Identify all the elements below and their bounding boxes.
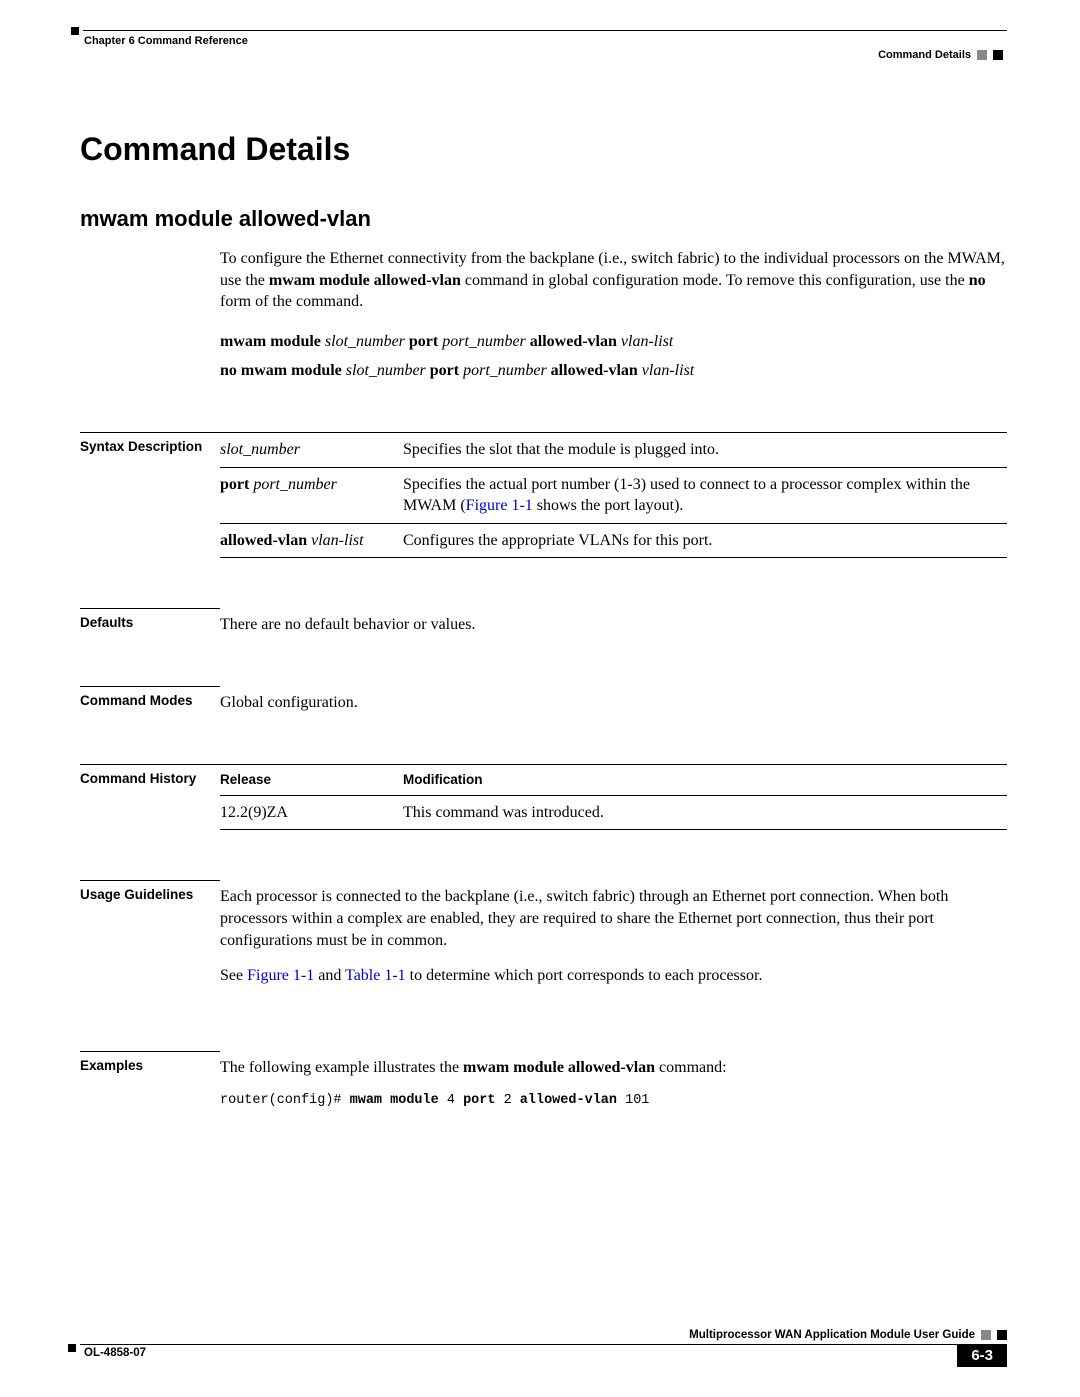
syntax-line-1: mwam module slot_number port port_number…	[220, 331, 1007, 353]
table-link[interactable]: Table 1-1	[345, 967, 406, 984]
table-row: 12.2(9)ZA This command was introduced.	[220, 795, 1007, 830]
section-syntax-description: Syntax Description slot_number Specifies…	[80, 432, 1007, 558]
footer-doc-id: OL-4858-07	[80, 1347, 146, 1359]
table-row: port port_number Specifies the actual po…	[220, 467, 1007, 523]
syntax-line-2: no mwam module slot_number port port_num…	[220, 360, 1007, 382]
syntax-table: slot_number Specifies the slot that the …	[220, 432, 1007, 558]
section-label: Usage Guidelines	[80, 880, 220, 902]
page-header: Chapter 6 Command Reference Command Deta…	[80, 30, 1007, 61]
modes-text: Global configuration.	[220, 686, 1007, 714]
figure-link[interactable]: Figure 1-1	[466, 497, 533, 514]
history-table: Release Modification 12.2(9)ZA This comm…	[220, 764, 1007, 831]
command-heading: mwam module allowed-vlan	[80, 206, 1007, 232]
section-label: Syntax Description	[80, 432, 220, 454]
section-label: Command Modes	[80, 686, 220, 708]
section-label: Defaults	[80, 608, 220, 630]
figure-link[interactable]: Figure 1-1	[247, 967, 314, 984]
document-page: Chapter 6 Command Reference Command Deta…	[0, 0, 1080, 1397]
example-intro: The following example illustrates the mw…	[220, 1057, 1007, 1079]
col-release: Release	[220, 764, 403, 795]
page-footer: Multiprocessor WAN Application Module Us…	[80, 1329, 1007, 1367]
section-usage-guidelines: Usage Guidelines Each processor is conne…	[80, 880, 1007, 1000]
section-defaults: Defaults There are no default behavior o…	[80, 608, 1007, 636]
header-marker-icon	[977, 50, 987, 60]
intro-paragraph: To configure the Ethernet connectivity f…	[220, 248, 1007, 313]
example-code: router(config)# mwam module 4 port 2 all…	[220, 1092, 1007, 1110]
table-row: allowed-vlan vlan-list Configures the ap…	[220, 523, 1007, 558]
section-command-history: Command History Release Modification 12.…	[80, 764, 1007, 831]
footer-page-number: 6-3	[957, 1344, 1007, 1367]
defaults-text: There are no default behavior or values.	[220, 608, 1007, 636]
section-label: Examples	[80, 1051, 220, 1073]
footer-marker-icon	[997, 1330, 1007, 1340]
section-label: Command History	[80, 764, 220, 786]
footer-marker-icon	[981, 1330, 991, 1340]
table-row: slot_number Specifies the slot that the …	[220, 432, 1007, 467]
section-command-modes: Command Modes Global configuration.	[80, 686, 1007, 714]
col-modification: Modification	[403, 764, 1007, 795]
usage-paragraph: Each processor is connected to the backp…	[220, 886, 1007, 951]
header-marker-icon	[993, 50, 1003, 60]
header-section: Command Details	[878, 49, 971, 61]
header-chapter: Chapter 6 Command Reference	[80, 35, 1007, 47]
usage-paragraph: See Figure 1-1 and Table 1-1 to determin…	[220, 965, 1007, 987]
page-title: Command Details	[80, 131, 1007, 168]
footer-guide-title: Multiprocessor WAN Application Module Us…	[689, 1329, 975, 1341]
section-examples: Examples The following example illustrat…	[80, 1051, 1007, 1111]
